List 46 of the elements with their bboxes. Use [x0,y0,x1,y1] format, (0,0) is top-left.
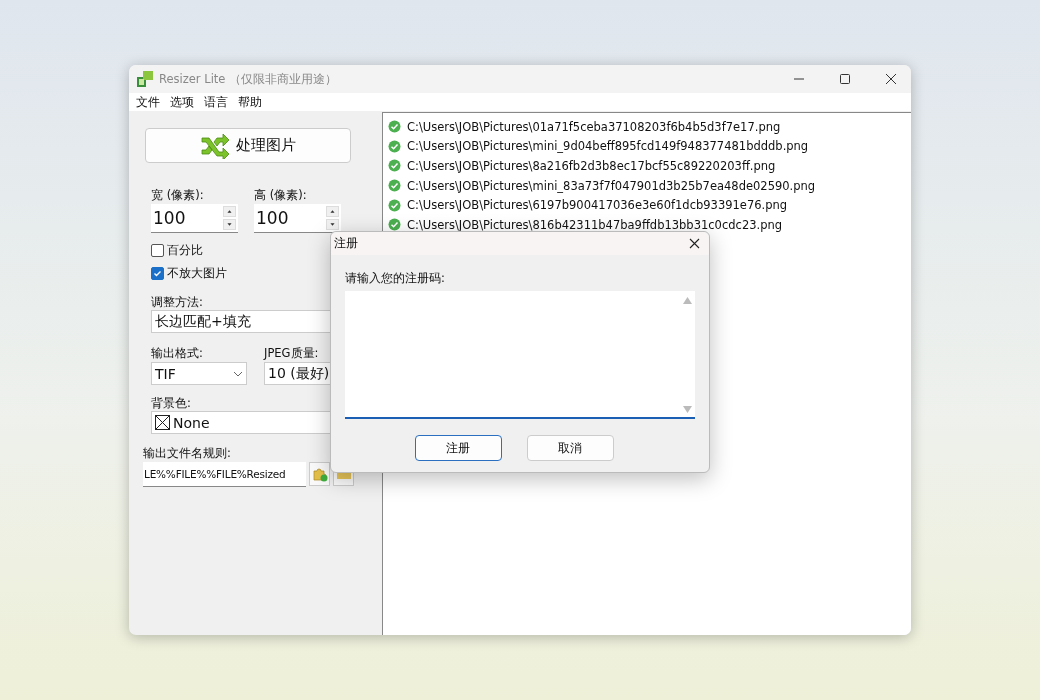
file-path[interactable]: C:\Users\JOB\Pictures\mini_83a73f7f047901d3b25b7ea48de02590.png [407,178,816,193]
file-path[interactable]: C:\Users\JOB\Pictures\mini_9d04beff895fcd149f948377481bdddb.png [407,139,809,154]
field-label: 背景色: [151,396,191,411]
dialog-button[interactable]: 注册 [414,435,502,461]
number-field[interactable]: 100 [254,204,341,233]
checkbox-label: 不放大图片 [167,265,227,282]
field-label: 宽 (像素): [151,188,205,203]
dialog-button[interactable]: 取消 [526,435,614,461]
close-icon[interactable] [885,73,897,85]
close-icon[interactable] [689,238,700,249]
field-label: 高 (像素): [254,188,308,203]
checkbox-label: 百分比 [167,242,203,259]
filename-field[interactable]: LE%%FILE%%FILE%Resized [143,462,306,487]
file-path[interactable]: C:\Users\JOB\Pictures\816b42311b47ba9ffdb13bb31c0cdc23.png [407,217,783,232]
field-label: 输出格式: [151,346,204,361]
dialog-title: 注册 [334,236,358,251]
check-circle-icon [388,179,401,193]
check-circle-icon [388,159,401,173]
crossed-arrows-icon [200,132,230,159]
checkbox[interactable] [151,267,164,280]
check-circle-icon [388,120,401,134]
file-path[interactable]: C:\Users\JOB\Pictures\01a71f5ceba37108203f6b4b5d3f7e17.png [407,119,781,134]
puzzle-add-button[interactable] [309,462,330,486]
tick-icon [152,268,163,279]
field-label: 调整方法: [151,295,203,310]
menu-item[interactable]: 语言 [204,94,228,110]
check-circle-icon [388,198,401,212]
menu-item[interactable]: 文件 [136,94,160,110]
crossed-box-icon [155,415,170,430]
field-label: JPEG质量: [264,346,320,361]
field-label: 输出文件名规则: [143,446,231,461]
chevron-down-icon [233,370,243,377]
menu-item[interactable]: 帮助 [238,94,262,110]
process-button[interactable]: 处理图片 [145,128,351,163]
file-path[interactable]: C:\Users\JOB\Pictures\6197b900417036e3e60f1dcb93391e76.png [407,198,788,213]
format-dropdown[interactable]: TIF [151,362,247,385]
menu-item[interactable]: 选项 [170,94,194,110]
checkbox[interactable] [151,244,164,257]
number-field[interactable]: 100 [151,204,238,233]
window-title: Resizer Lite （仅限非商业用途） [159,71,338,87]
prompt-label: 请输入您的注册码: [345,271,446,286]
maximize-icon[interactable] [839,73,851,85]
app-icon [137,71,153,87]
puzzle-icon [311,466,328,482]
file-path[interactable]: C:\Users\JOB\Pictures\8a216fb2d3b8ec17bcf55c89220203ff.png [407,159,776,173]
check-circle-icon [388,139,401,153]
